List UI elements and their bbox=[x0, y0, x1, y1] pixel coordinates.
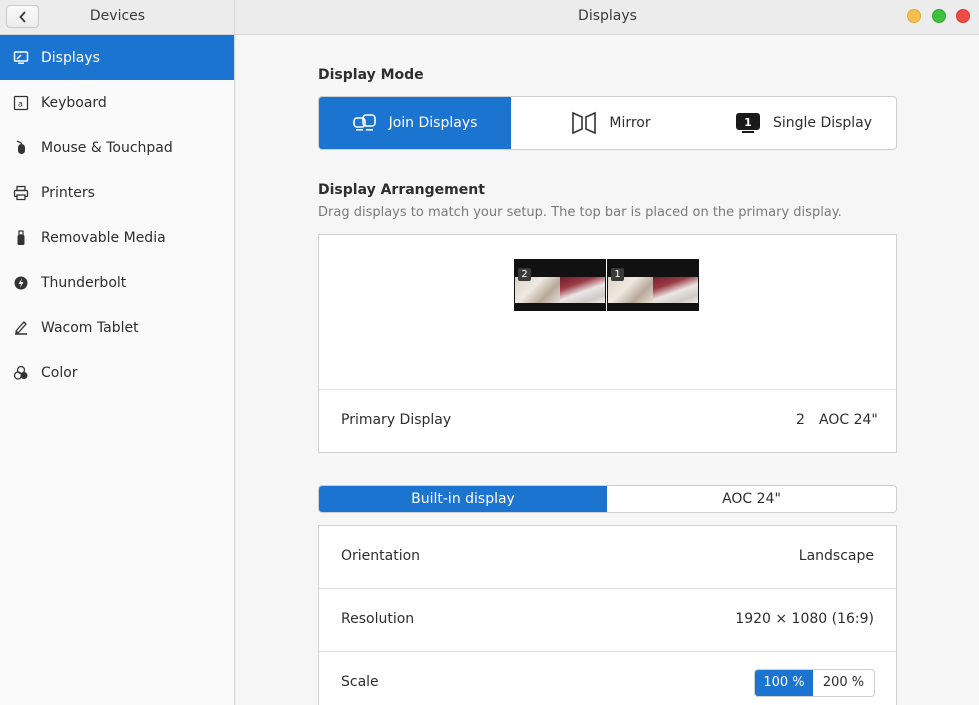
monitor-number-badge: 1 bbox=[611, 268, 624, 281]
display-settings-list: Orientation Landscape Resolution 1920 × … bbox=[318, 525, 897, 705]
scale-row: Scale 100 % 200 % bbox=[319, 652, 896, 705]
join-displays-label: Join Displays bbox=[388, 115, 478, 131]
sidebar-item-wacom-tablet[interactable]: Wacom Tablet bbox=[0, 305, 234, 350]
sidebar-item-thunderbolt[interactable]: Thunderbolt bbox=[0, 260, 234, 305]
sidebar-item-label: Wacom Tablet bbox=[41, 319, 139, 336]
join-displays-icon bbox=[352, 114, 377, 132]
scale-200-button[interactable]: 200 % bbox=[813, 670, 874, 696]
monitor-preview-1[interactable]: 1 bbox=[607, 259, 699, 311]
display-arrangement-subtitle: Drag displays to match your setup. The t… bbox=[318, 205, 842, 220]
orientation-label: Orientation bbox=[341, 548, 421, 564]
keyboard-icon: a bbox=[13, 95, 29, 111]
display-icon bbox=[13, 50, 29, 66]
single-display-badge: 1 bbox=[744, 116, 752, 129]
display-mode-selector: Join Displays Mirror 1 Single Display bbox=[318, 96, 897, 150]
sidebar-item-keyboard[interactable]: a Keyboard bbox=[0, 80, 234, 125]
single-display-button[interactable]: 1 Single Display bbox=[711, 97, 896, 149]
divider bbox=[319, 389, 896, 390]
resolution-value[interactable]: 1920 × 1080 (16:9) bbox=[735, 611, 874, 627]
mirror-button[interactable]: Mirror bbox=[511, 97, 711, 149]
sidebar-item-label: Keyboard bbox=[41, 94, 107, 111]
mouse-icon bbox=[13, 139, 29, 156]
header-left-title: Devices bbox=[89, 8, 146, 24]
single-display-label: Single Display bbox=[772, 115, 873, 131]
tab-aoc-24[interactable]: AOC 24" bbox=[607, 486, 896, 512]
tablet-pen-icon bbox=[13, 320, 29, 336]
sidebar-item-displays[interactable]: Displays bbox=[0, 35, 234, 80]
monitor-number-badge: 2 bbox=[518, 268, 531, 281]
orientation-row[interactable]: Orientation Landscape bbox=[319, 526, 896, 589]
header-bar: Devices Displays bbox=[0, 0, 979, 35]
sidebar-item-label: Printers bbox=[41, 184, 95, 201]
color-circles-icon bbox=[13, 365, 29, 381]
close-button[interactable] bbox=[956, 9, 970, 23]
scale-label: Scale bbox=[341, 674, 379, 690]
sidebar-item-label: Color bbox=[41, 364, 78, 381]
display-tabs: Built-in display AOC 24" bbox=[318, 485, 897, 513]
maximize-button[interactable] bbox=[932, 9, 946, 23]
mirror-label: Mirror bbox=[609, 115, 651, 131]
display-arrangement-title: Display Arrangement bbox=[318, 182, 485, 198]
scale-selector: 100 % 200 % bbox=[754, 669, 875, 697]
sidebar-item-removable-media[interactable]: Removable Media bbox=[0, 215, 234, 260]
sidebar-item-printers[interactable]: Printers bbox=[0, 170, 234, 215]
sidebar-item-color[interactable]: Color bbox=[0, 350, 234, 395]
join-displays-button[interactable]: Join Displays bbox=[319, 97, 511, 149]
header-left-pane: Devices bbox=[0, 0, 235, 35]
sidebar-item-label: Removable Media bbox=[41, 229, 166, 246]
single-display-icon: 1 bbox=[735, 112, 761, 134]
sidebar-item-label: Mouse & Touchpad bbox=[41, 139, 173, 156]
display-mode-title: Display Mode bbox=[318, 67, 424, 83]
primary-display-number[interactable]: 2 bbox=[796, 412, 805, 428]
primary-display-label: Primary Display bbox=[341, 412, 452, 428]
usb-drive-icon bbox=[13, 229, 29, 246]
orientation-value[interactable]: Landscape bbox=[799, 548, 874, 564]
scale-100-button[interactable]: 100 % bbox=[755, 670, 813, 696]
window-title: Displays bbox=[578, 8, 637, 24]
minimize-button[interactable] bbox=[907, 9, 921, 23]
resolution-label: Resolution bbox=[341, 611, 415, 627]
sidebar-item-label: Thunderbolt bbox=[41, 274, 127, 291]
mirror-icon bbox=[571, 110, 597, 136]
display-arrangement-area: 2 1 Primary Display 2 AOC 24" bbox=[318, 234, 897, 453]
sidebar-item-label: Displays bbox=[41, 49, 100, 66]
primary-display-selector[interactable]: AOC 24" bbox=[819, 412, 878, 428]
tab-built-in-display[interactable]: Built-in display bbox=[319, 486, 607, 512]
main-content: Display Mode Join Displays Mirror 1 Sing… bbox=[236, 35, 979, 705]
sidebar-item-mouse-touchpad[interactable]: Mouse & Touchpad bbox=[0, 125, 234, 170]
resolution-row[interactable]: Resolution 1920 × 1080 (16:9) bbox=[319, 589, 896, 652]
printer-icon bbox=[13, 185, 29, 201]
thunderbolt-icon bbox=[13, 275, 29, 291]
svg-text:a: a bbox=[18, 99, 23, 108]
monitor-preview-2[interactable]: 2 bbox=[514, 259, 606, 311]
sidebar: Displays a Keyboard Mouse & Touchpad Pri… bbox=[0, 35, 235, 705]
